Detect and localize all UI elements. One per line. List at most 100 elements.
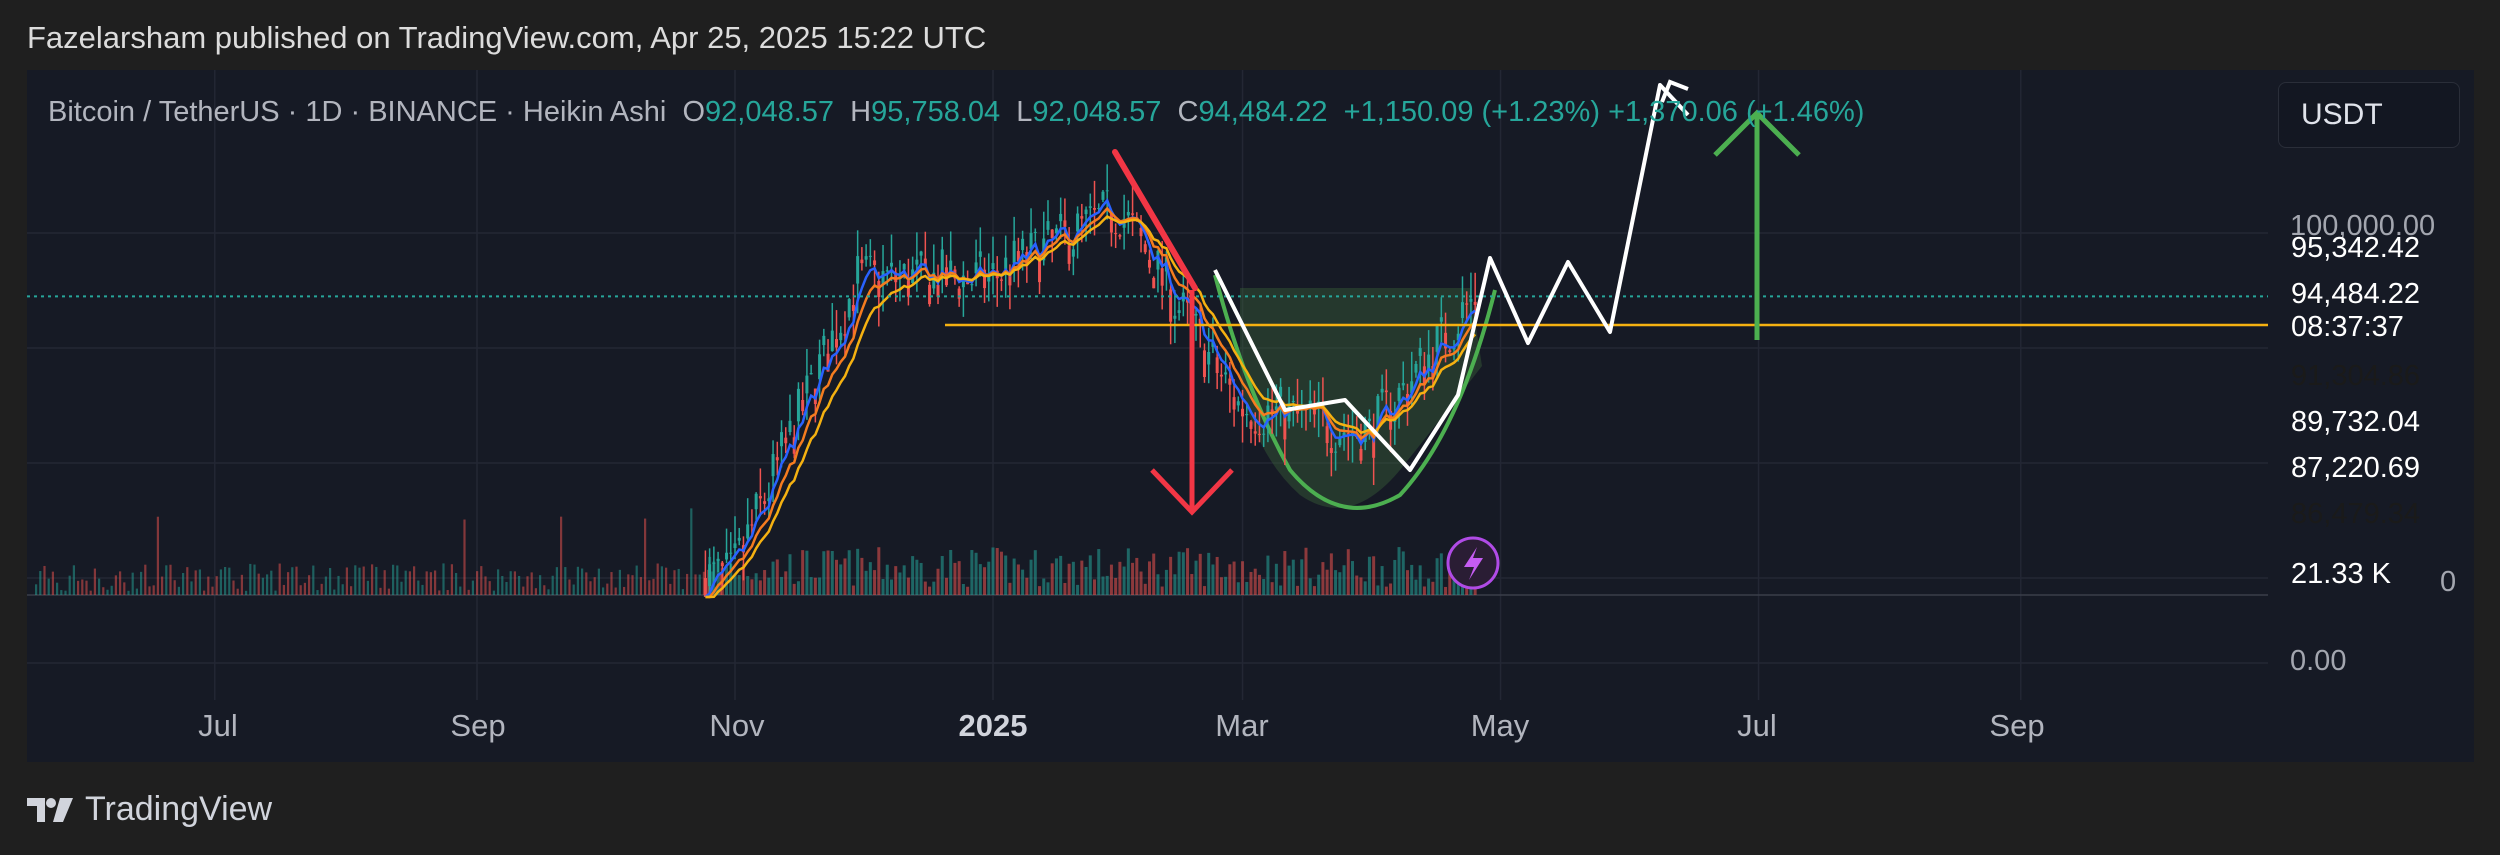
currency-button[interactable]: USDT [2278, 82, 2460, 148]
candle-body [1473, 301, 1477, 305]
volume-bar [1245, 581, 1249, 595]
candle-body [1427, 354, 1431, 370]
chart-panel[interactable] [27, 70, 2474, 762]
volume-bar [1071, 561, 1075, 595]
volume-bar [957, 561, 961, 595]
volume-bar [614, 587, 617, 595]
volume-bar [1346, 549, 1350, 595]
volume-bar [551, 575, 554, 595]
volume-bar [358, 567, 361, 595]
volume-bar [1296, 585, 1300, 595]
volume-bar [299, 585, 302, 595]
volume-bar [673, 570, 676, 595]
volume-bar [1317, 574, 1321, 595]
volume-bar [320, 583, 323, 595]
volume-bar [362, 566, 365, 595]
volume-bar [1444, 586, 1448, 595]
volume-bar [438, 590, 441, 595]
volume-bar [350, 586, 353, 595]
volume-bar [813, 577, 817, 595]
volume-bar [329, 568, 332, 595]
volume-bar [312, 565, 315, 595]
volume-bar [1359, 577, 1363, 595]
candle-body [737, 537, 741, 541]
volume-bar [539, 575, 542, 595]
candle-body [1228, 378, 1232, 385]
volume-bar [754, 573, 758, 595]
candle-body [1329, 448, 1333, 453]
candle-body [725, 552, 729, 560]
volume-bar [1114, 577, 1118, 595]
volume-bar [81, 579, 84, 595]
candle-body [1114, 233, 1118, 235]
volume-bar [1410, 564, 1414, 595]
price-axis-label-zero: 0 [2440, 566, 2457, 598]
volume-bar [127, 590, 130, 595]
volume-bar [190, 581, 193, 595]
change-value: +1,150.09 (+1.23%) [1343, 96, 1600, 128]
volume-bar [123, 582, 126, 595]
volume-bar [102, 587, 105, 595]
volume-bar [1029, 559, 1033, 595]
volume-bar [1215, 556, 1219, 595]
volume-bar [261, 577, 264, 595]
volume-bar [1380, 566, 1384, 595]
volume-bar [400, 581, 403, 595]
volume-bar [1232, 561, 1236, 595]
volume-bar [1207, 552, 1211, 595]
price-chart[interactable] [27, 70, 2474, 762]
price-tag-ma3: 87,220.69 [2291, 452, 2421, 484]
candle-body [1448, 350, 1452, 353]
volume-bar [1004, 555, 1008, 595]
symbol-title: Bitcoin / TetherUS · 1D · BINANCE · Heik… [48, 96, 667, 128]
candle-body [1224, 372, 1228, 375]
volume-bar [240, 574, 243, 595]
volume-bar [780, 576, 784, 595]
candle-body [1207, 351, 1211, 365]
volume-bar [522, 586, 525, 595]
candle-body [1046, 221, 1050, 230]
volume-bar [1312, 586, 1316, 595]
low-value: 92,048.57 [1032, 96, 1162, 128]
volume-bar [1249, 571, 1253, 595]
volume-bar [822, 551, 826, 595]
volume-bar [148, 586, 151, 595]
volume-bar [60, 590, 63, 595]
volume-bar [459, 586, 462, 595]
volume-bar [379, 587, 382, 595]
volume-bar [877, 547, 881, 595]
candle-body [1219, 374, 1223, 377]
volume-bar [978, 564, 982, 595]
volume-bar [830, 550, 834, 595]
volume-bar [1219, 577, 1223, 595]
volume-bar [555, 567, 558, 595]
volume-bar [851, 585, 855, 595]
candle-body [970, 284, 974, 286]
candle-body [835, 339, 839, 348]
tradingview-brand[interactable]: TradingView [27, 790, 272, 829]
volume-bar [425, 571, 428, 595]
candle-body [1367, 418, 1371, 422]
volume-bar [236, 588, 239, 595]
volume-bar [165, 565, 168, 595]
volume-bar [1363, 581, 1367, 595]
volume-bar [1042, 578, 1046, 595]
candle-body [780, 432, 784, 447]
candle-body [822, 335, 826, 346]
volume-bar [1427, 578, 1431, 595]
candle-body [902, 263, 906, 270]
candle-body [839, 332, 843, 341]
volume-bar [1097, 549, 1101, 595]
candle-body [1076, 213, 1080, 232]
volume-bar [953, 562, 957, 595]
volume-bar [1173, 574, 1177, 595]
volume-bar [509, 571, 512, 595]
volume-bar [1109, 564, 1113, 595]
volume-bar [1105, 575, 1109, 595]
volume-bar [442, 563, 445, 595]
volume-bar [560, 516, 563, 595]
volume-bar [1291, 559, 1295, 595]
volume-bar [847, 550, 851, 595]
volume-bar [1067, 563, 1071, 595]
volume-bar [543, 585, 546, 595]
